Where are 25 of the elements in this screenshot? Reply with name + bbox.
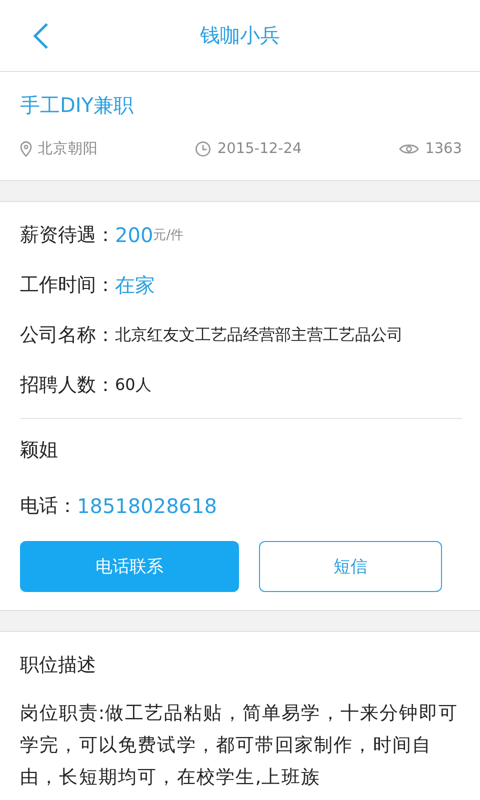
field-value: 在家	[115, 272, 155, 298]
field-value: 北京红友文工艺品经营部主营工艺品公司	[115, 324, 403, 346]
field-label: 公司名称：	[20, 323, 115, 348]
call-button[interactable]: 电话联系	[20, 541, 239, 592]
sms-button[interactable]: 短信	[259, 541, 442, 592]
view-count: 1363	[425, 140, 462, 156]
job-description: 岗位职责:做工艺品粘贴，简单易学，十来分钟即可学完，可以免费试学，都可带回家制作，时间自由，长短期均可，在校学生,上班族	[20, 702, 460, 790]
job-title: 手工DIY兼职	[20, 92, 134, 119]
field-label: 薪资待遇：	[20, 223, 115, 248]
salary-amount: 200	[115, 223, 154, 247]
location-pin-icon	[20, 140, 32, 156]
clock-icon	[195, 140, 212, 156]
contact-name: 颖姐	[20, 438, 58, 463]
field-label: 招聘人数：	[20, 373, 115, 398]
back-icon[interactable]	[32, 22, 50, 50]
post-date: 2015-12-24	[217, 140, 302, 156]
eye-icon	[399, 142, 420, 156]
section-heading: 职位描述	[20, 653, 96, 678]
salary-unit: 元/件	[153, 227, 184, 244]
phone-label: 电话：	[20, 494, 77, 519]
location-text: 北京朝阳	[38, 140, 98, 158]
field-label: 工作时间：	[20, 273, 115, 298]
field-value: 60人	[115, 374, 152, 396]
screen-title: 钱咖小兵	[200, 22, 280, 49]
phone-number[interactable]: 18518028618	[77, 494, 217, 518]
